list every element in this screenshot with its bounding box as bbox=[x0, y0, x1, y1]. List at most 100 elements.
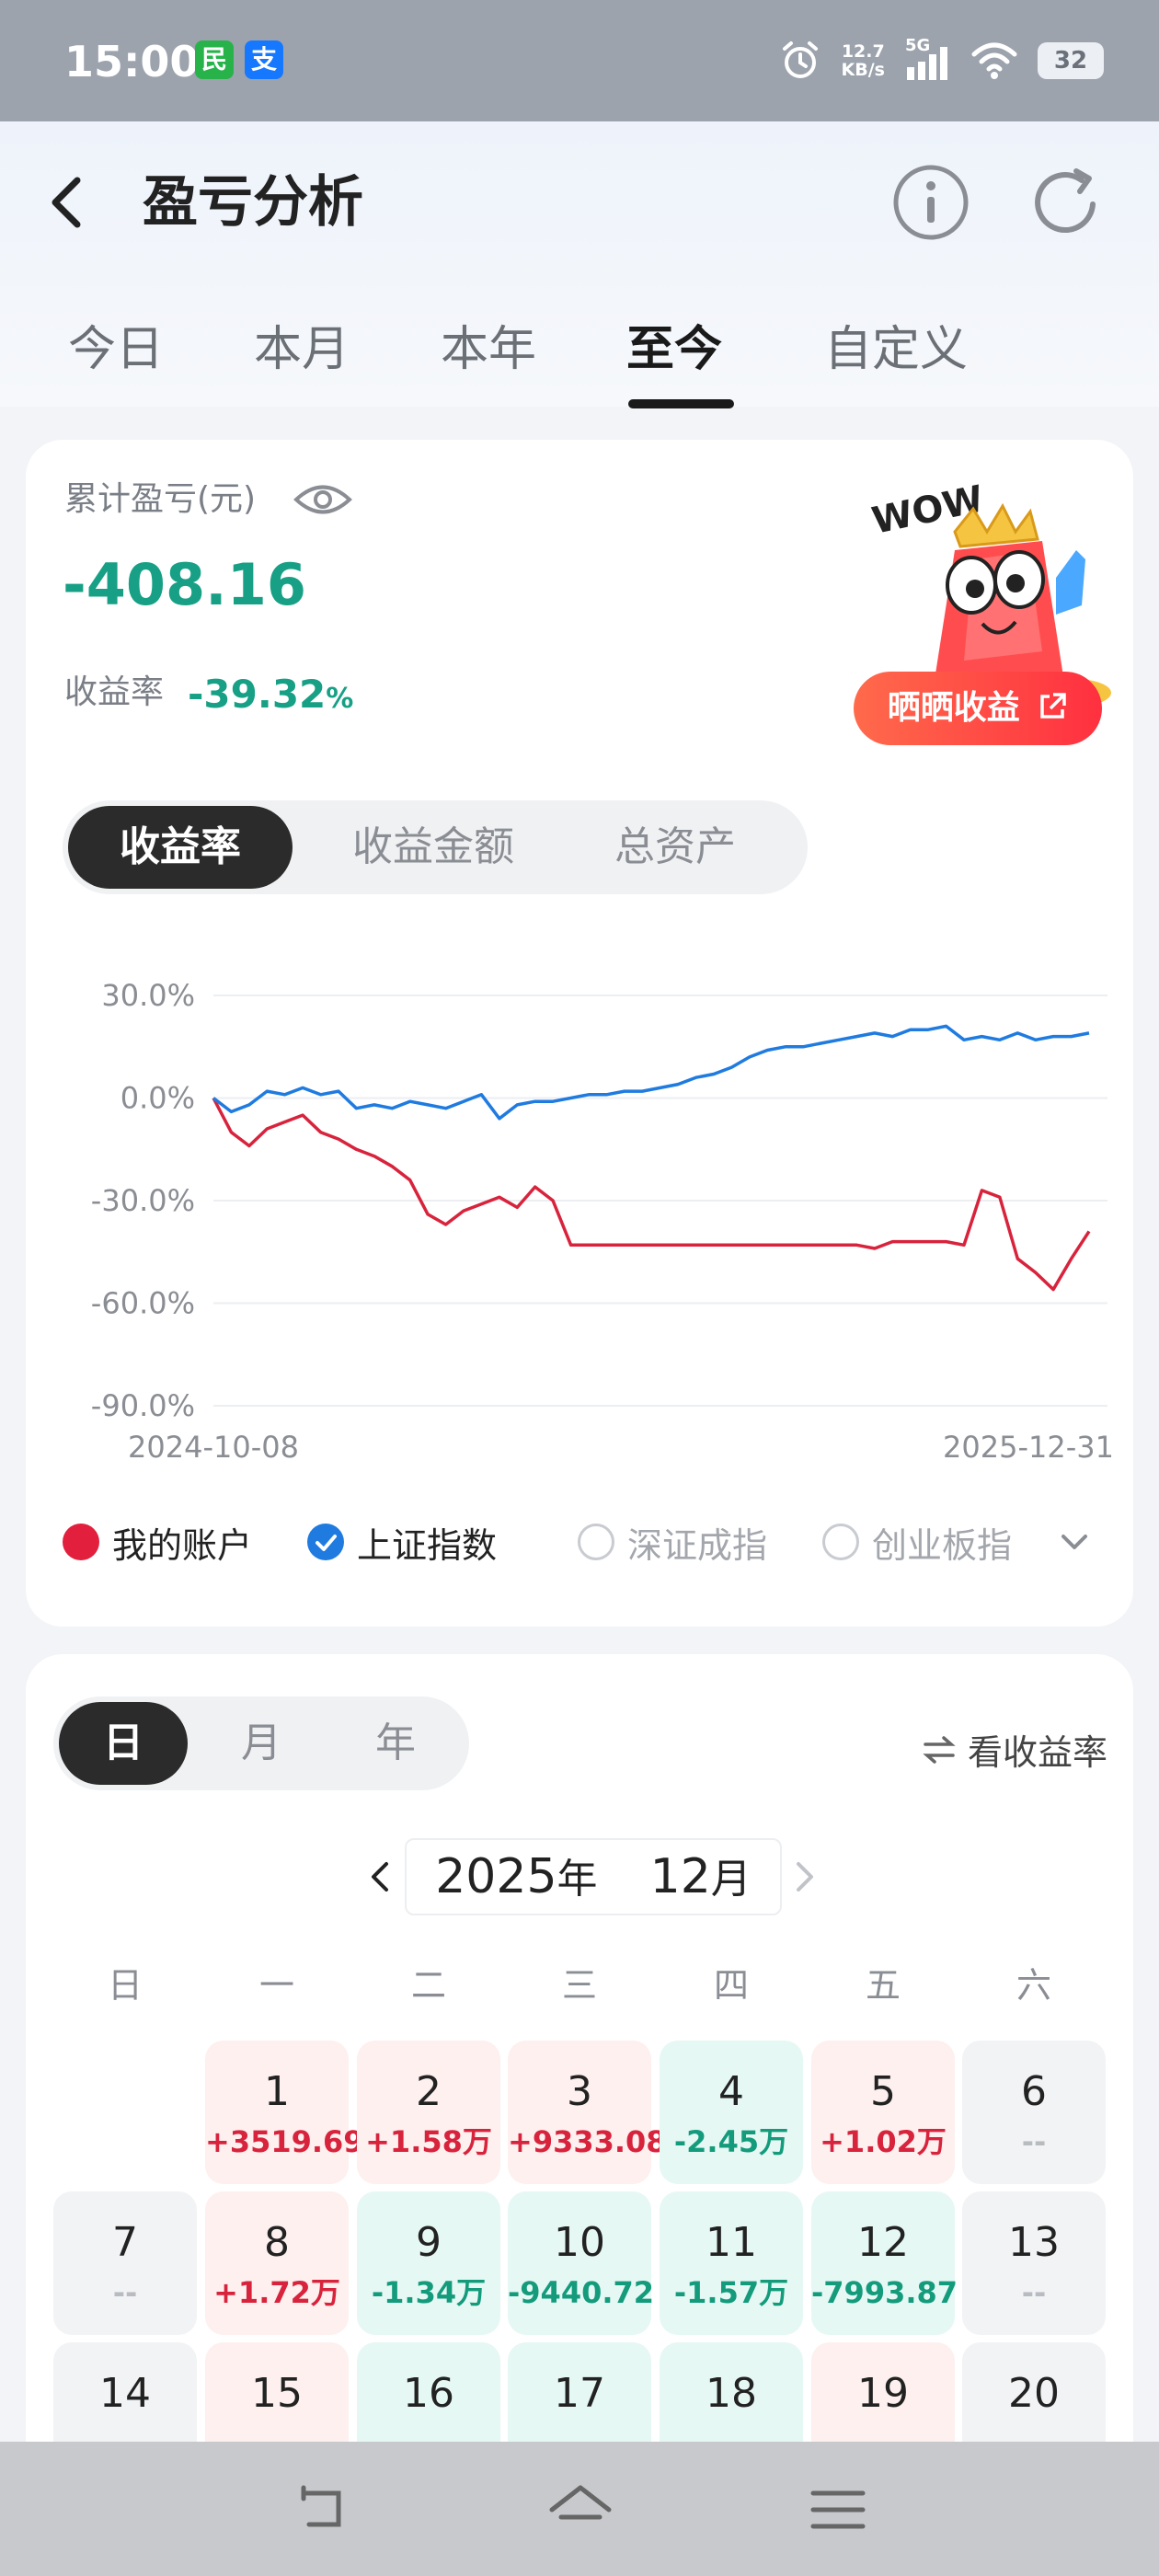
back-gesture-icon[interactable] bbox=[291, 2482, 355, 2537]
chevron-right-icon[interactable] bbox=[786, 1849, 822, 1904]
calendar-granularity-control: 日 月 年 bbox=[53, 1696, 469, 1790]
calendar-day-number: 11 bbox=[706, 2219, 757, 2266]
granularity-year[interactable]: 年 bbox=[331, 1702, 460, 1785]
calendar-day-pnl: -9440.72 bbox=[508, 2275, 655, 2310]
calendar-day-number: 1 bbox=[264, 2068, 290, 2115]
x-tick-end: 2025-12-31 bbox=[943, 1430, 1114, 1465]
calendar-day-pnl: -- bbox=[112, 2275, 138, 2310]
return-rate-number: -39.32 bbox=[188, 672, 327, 717]
net-speed-value: 12.7 bbox=[841, 41, 885, 62]
tab-to-date[interactable]: 至今 bbox=[626, 313, 722, 386]
granularity-month[interactable]: 月 bbox=[197, 1702, 326, 1785]
calendar-card: 日 月 年 看收益率 2025年 12月 日 一 二 三 四 五 六 1 +351… bbox=[26, 1654, 1133, 2576]
view-return-rate-label: 看收益率 bbox=[967, 1732, 1107, 1773]
calendar-day-pnl: +9333.08 bbox=[508, 2124, 667, 2159]
calendar-day-cell[interactable]: 2 +1.58万 bbox=[357, 2041, 500, 2184]
battery-indicator: 32 bbox=[1038, 42, 1104, 79]
cumulative-pnl-label: 累计盈亏(元) bbox=[64, 480, 257, 518]
calendar-day-pnl: +1.72万 bbox=[213, 2275, 340, 2310]
legend-sse-index[interactable]: 上证指数 bbox=[307, 1505, 497, 1579]
tab-month[interactable]: 本月 bbox=[254, 313, 350, 386]
radio-empty-icon bbox=[822, 1524, 859, 1560]
calendar-day-pnl: +1.58万 bbox=[365, 2124, 492, 2159]
signal-icon: 5G bbox=[905, 36, 951, 82]
external-link-icon bbox=[1040, 693, 1067, 719]
series-line-sse-index bbox=[212, 1024, 1090, 1121]
return-rate-label: 收益率 bbox=[64, 673, 165, 711]
legend-my-account[interactable]: 我的账户 bbox=[63, 1505, 252, 1579]
checkmark-icon bbox=[307, 1524, 344, 1560]
radio-empty-icon bbox=[578, 1524, 614, 1560]
share-returns-button[interactable]: 晒晒收益 bbox=[854, 672, 1102, 745]
month-picker[interactable]: 2025年 12月 bbox=[405, 1838, 782, 1915]
legend-my-account-label: 我的账户 bbox=[112, 1524, 253, 1566]
tab-year[interactable]: 本年 bbox=[441, 313, 536, 386]
calendar-day-pnl: -2.45万 bbox=[673, 2124, 789, 2159]
weekday-sun: 日 bbox=[107, 1965, 143, 2006]
page-title: 盈亏分析 bbox=[143, 170, 363, 235]
weekday-sat: 六 bbox=[1016, 1965, 1051, 2006]
calendar-day-cell[interactable]: 3 +9333.08 bbox=[508, 2041, 667, 2184]
weekday-thu: 四 bbox=[713, 1965, 749, 2006]
legend-chinext-index[interactable]: 创业板指 bbox=[822, 1505, 1012, 1579]
calendar-day-cell[interactable]: 9 -1.34万 bbox=[357, 2191, 500, 2335]
segment-return-amount[interactable]: 收益金额 bbox=[309, 806, 557, 889]
tab-active-indicator bbox=[628, 399, 734, 408]
status-bar: 15:00 民 支 12.7 KB/s 5G 32 bbox=[0, 0, 1159, 121]
calendar-day-number: 13 bbox=[1008, 2219, 1060, 2266]
calendar-day-number: 12 bbox=[857, 2219, 909, 2266]
y-tick-label: -30.0% bbox=[91, 1183, 195, 1218]
legend-szse-component[interactable]: 深证成指 bbox=[578, 1505, 767, 1579]
eye-icon[interactable] bbox=[293, 478, 353, 521]
calendar-day-pnl: -- bbox=[1021, 2275, 1047, 2310]
segment-return-rate[interactable]: 收益率 bbox=[68, 806, 293, 889]
calendar-day-number: 10 bbox=[554, 2219, 605, 2266]
month-value: 12 bbox=[649, 1849, 711, 1904]
tab-custom[interactable]: 自定义 bbox=[824, 313, 968, 386]
calendar-day-number: 5 bbox=[870, 2068, 896, 2115]
summary-card: 累计盈亏(元) -408.16 收益率 -39.32% WOW 晒晒收益 收益率… bbox=[26, 440, 1133, 1627]
calendar-day-cell[interactable]: 10 -9440.72 bbox=[508, 2191, 655, 2335]
calendar-day-number: 15 bbox=[251, 2370, 303, 2417]
legend-chinext-index-label: 创业板指 bbox=[872, 1524, 1013, 1566]
calendar-day-number: 7 bbox=[112, 2219, 138, 2266]
weekday-fri: 五 bbox=[865, 1965, 901, 2006]
chevron-left-icon[interactable] bbox=[362, 1849, 399, 1904]
calendar-day-pnl: -7993.87 bbox=[811, 2275, 958, 2310]
info-icon[interactable] bbox=[892, 164, 970, 241]
calendar-day-cell[interactable]: 12 -7993.87 bbox=[811, 2191, 958, 2335]
calendar-day-number: 9 bbox=[416, 2219, 442, 2266]
calendar-day-pnl: -1.34万 bbox=[371, 2275, 487, 2310]
calendar-day-number: 14 bbox=[99, 2370, 151, 2417]
weekday-mon: 一 bbox=[258, 1965, 294, 2006]
view-return-rate-toggle[interactable]: 看收益率 bbox=[922, 1724, 1107, 1775]
calendar-day-number: 19 bbox=[857, 2370, 909, 2417]
calendar-day-cell[interactable]: 11 -1.57万 bbox=[660, 2191, 803, 2335]
y-tick-label: -90.0% bbox=[91, 1388, 195, 1423]
calendar-day-cell[interactable]: 8 +1.72万 bbox=[205, 2191, 349, 2335]
calendar-day-cell[interactable]: 13 -- bbox=[962, 2191, 1106, 2335]
chevron-down-icon[interactable] bbox=[1056, 1524, 1093, 1560]
segment-total-assets[interactable]: 总资产 bbox=[559, 806, 791, 889]
refresh-icon[interactable] bbox=[1028, 164, 1106, 241]
app-badge-alipay: 支 bbox=[245, 40, 283, 79]
calendar-day-cell[interactable]: 5 +1.02万 bbox=[811, 2041, 955, 2184]
calendar-day-number: 8 bbox=[264, 2219, 290, 2266]
weekday-header: 日 一 二 三 四 五 六 bbox=[26, 1958, 1133, 2013]
calendar-day-cell[interactable]: 7 -- bbox=[53, 2191, 197, 2335]
wifi-icon bbox=[971, 42, 1017, 79]
granularity-day[interactable]: 日 bbox=[59, 1702, 188, 1785]
status-icons: 12.7 KB/s 5G 32 bbox=[779, 36, 1104, 85]
calendar-day-pnl: -- bbox=[1021, 2124, 1047, 2159]
weekday-tue: 二 bbox=[410, 1965, 446, 2006]
menu-icon[interactable] bbox=[806, 2482, 870, 2537]
calendar-day-cell[interactable]: 6 -- bbox=[962, 2041, 1106, 2184]
calendar-day-cell[interactable]: 1 +3519.69 bbox=[205, 2041, 364, 2184]
calendar-day-number: 16 bbox=[403, 2370, 454, 2417]
back-arrow-icon[interactable] bbox=[40, 166, 96, 239]
month-unit: 月 bbox=[710, 1856, 752, 1903]
tab-today[interactable]: 今日 bbox=[68, 313, 164, 386]
home-icon[interactable] bbox=[548, 2482, 613, 2537]
calendar-day-cell[interactable]: 4 -2.45万 bbox=[660, 2041, 803, 2184]
returns-line-chart: 30.0% 0.0% -30.0% -60.0% -90.0% 2024-10-08 2… bbox=[91, 978, 1114, 1465]
